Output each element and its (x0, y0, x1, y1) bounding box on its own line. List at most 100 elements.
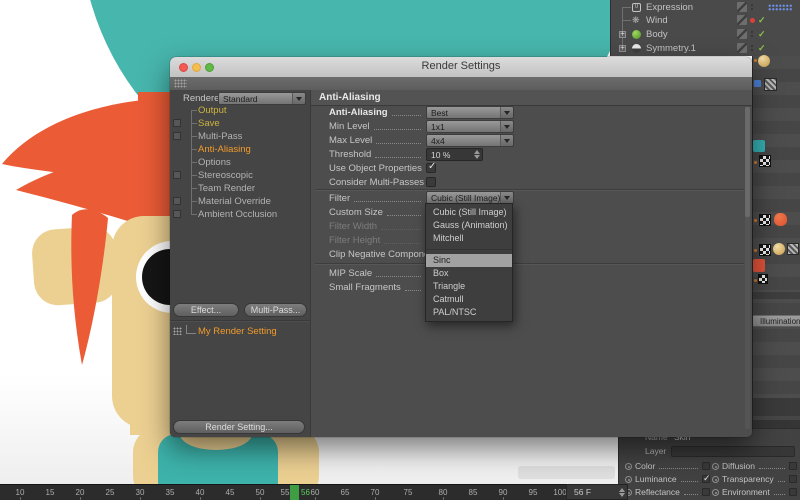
tag-dot-icon (754, 59, 757, 62)
channel-checkbox[interactable] (789, 475, 797, 483)
tag-hatch-icon[interactable] (764, 78, 777, 91)
channel-checkbox[interactable] (789, 462, 797, 470)
dotted-leader (659, 460, 698, 469)
menu-item-pal-ntsc[interactable]: PAL/NTSC (426, 306, 512, 319)
visibility-dots-icon[interactable] (751, 4, 753, 12)
menu-item-gauss[interactable]: Gauss (Animation) (426, 219, 512, 232)
render-setting-button[interactable]: Render Setting... (173, 420, 305, 434)
effect-button[interactable]: Effect... (173, 303, 239, 317)
sidebar-item-team-render[interactable]: Team Render (170, 182, 310, 195)
sidebar-item-ambient-occlusion[interactable]: Ambient Occlusion (170, 208, 310, 221)
layer-icon[interactable] (737, 15, 747, 25)
scrollbar-thumb[interactable] (745, 107, 750, 217)
sidebar-item-output[interactable]: Output (170, 104, 310, 117)
layer-icon[interactable] (737, 43, 747, 53)
menu-item-catmull[interactable]: Catmull (426, 293, 512, 306)
consider-multi-passes-checkbox[interactable] (426, 177, 436, 187)
channel-environment[interactable]: Environment (712, 486, 797, 497)
window-titlebar[interactable]: Render Settings (170, 57, 752, 78)
material-teal-icon[interactable] (753, 140, 765, 152)
visibility-dots-icon[interactable] (751, 31, 753, 39)
enable-checkbox[interactable] (173, 132, 181, 140)
stepper-arrows-icon[interactable] (474, 150, 480, 159)
settings-sidebar: Renderer Standard Output Save Multi-Pass (170, 90, 310, 437)
texture-tag-icon[interactable] (759, 244, 771, 256)
illumination-section-button[interactable]: Illumination (753, 315, 800, 327)
texture-tag-icon[interactable] (759, 214, 771, 226)
enable-checkbox[interactable] (173, 119, 181, 127)
channel-diffusion[interactable]: Diffusion (712, 460, 797, 471)
sidebar-item-label: Ambient Occlusion (198, 208, 277, 221)
object-row-wind[interactable]: ❋ Wind ✓ (611, 14, 800, 27)
tag-blue-icon[interactable] (754, 80, 761, 87)
drag-grip-icon[interactable] (174, 79, 187, 88)
material-tan-icon[interactable] (758, 55, 770, 67)
panel-divider (753, 292, 800, 299)
tick-label: 70 (371, 488, 380, 497)
enabled-check-icon[interactable]: ✓ (758, 14, 766, 27)
frame-number-field[interactable]: 56 F (566, 484, 628, 500)
channel-transparency[interactable]: Transparency (712, 473, 797, 484)
min-level-dropdown[interactable]: 1x1 (426, 120, 514, 133)
anti-aliasing-dropdown[interactable]: Best (426, 106, 514, 119)
channel-checkbox[interactable] (702, 462, 710, 470)
tag-hatch-icon[interactable] (787, 243, 799, 255)
texture-tag-icon[interactable] (758, 274, 768, 284)
material-orange-icon[interactable] (774, 213, 787, 226)
channel-radio-icon[interactable] (712, 476, 719, 483)
object-row-expression[interactable]: 0 Expression (611, 1, 800, 14)
texture-tag-icon[interactable] (759, 155, 771, 167)
enable-checkbox[interactable] (173, 171, 181, 179)
visibility-dots-icon[interactable] (751, 45, 753, 53)
dotted-leader (374, 121, 421, 130)
use-object-properties-checkbox[interactable] (426, 163, 436, 173)
threshold-field[interactable]: 10 % (426, 148, 483, 161)
stepper-arrows-icon[interactable] (619, 488, 625, 497)
timeline-ruler[interactable]: 10 15 20 25 30 35 40 45 50 55 60 65 70 7… (0, 484, 618, 500)
menu-item-mitchell[interactable]: Mitchell (426, 232, 512, 245)
expand-icon[interactable]: + (619, 31, 626, 38)
material-tan-icon[interactable] (773, 243, 785, 255)
sidebar-item-stereoscopic[interactable]: Stereoscopic (170, 169, 310, 182)
channel-radio-icon[interactable] (712, 463, 719, 470)
row-filter-height: Filter Height (329, 235, 425, 246)
channel-luminance[interactable]: Luminance (625, 473, 710, 484)
menu-item-box[interactable]: Box (426, 267, 512, 280)
expand-icon[interactable]: + (619, 45, 626, 52)
sidebar-item-anti-aliasing[interactable]: Anti-Aliasing (170, 143, 310, 156)
enabled-check-icon[interactable]: ✓ (758, 28, 766, 41)
max-level-dropdown[interactable]: 4x4 (426, 134, 514, 147)
channel-color[interactable]: Color (625, 460, 710, 471)
menu-item-cubic[interactable]: Cubic (Still Image) (426, 206, 512, 219)
multi-pass-button[interactable]: Multi-Pass... (244, 303, 307, 317)
sidebar-item-save[interactable]: Save (170, 117, 310, 130)
channel-radio-icon[interactable] (625, 463, 632, 470)
enable-checkbox[interactable] (173, 210, 181, 218)
object-row-symmetry[interactable]: + Symmetry.1 ✓ (611, 42, 800, 55)
sidebar-item-material-override[interactable]: Material Override (170, 195, 310, 208)
field-label: Consider Multi-Passes (329, 177, 424, 188)
channel-checkbox[interactable] (702, 475, 710, 483)
disabled-dot-icon[interactable] (750, 18, 755, 23)
layer-icon[interactable] (737, 2, 747, 12)
channel-radio-icon[interactable] (625, 476, 632, 483)
enabled-check-icon[interactable]: ✓ (758, 42, 766, 55)
tick-label: 35 (166, 488, 175, 497)
playhead-marker[interactable] (290, 485, 299, 500)
channel-checkbox[interactable] (789, 488, 797, 496)
menu-item-triangle[interactable]: Triangle (426, 280, 512, 293)
layer-icon[interactable] (737, 29, 747, 39)
channel-checkbox[interactable] (702, 488, 710, 496)
preset-my-render-setting[interactable]: My Render Setting (198, 326, 277, 337)
sidebar-item-multi-pass[interactable]: Multi-Pass (170, 130, 310, 143)
enable-checkbox[interactable] (173, 197, 181, 205)
channel-reflectance[interactable]: Reflectance (625, 486, 710, 497)
material-red-icon[interactable] (753, 259, 765, 272)
sidebar-item-options[interactable]: Options (170, 156, 310, 169)
object-name: Wind (646, 14, 668, 27)
channel-radio-icon[interactable] (712, 489, 719, 496)
layer-input[interactable] (671, 446, 795, 457)
object-row-body[interactable]: + Body ✓ (611, 28, 800, 41)
menu-item-sinc[interactable]: Sinc (426, 254, 512, 267)
row-custom-size: Custom Size (329, 207, 425, 218)
